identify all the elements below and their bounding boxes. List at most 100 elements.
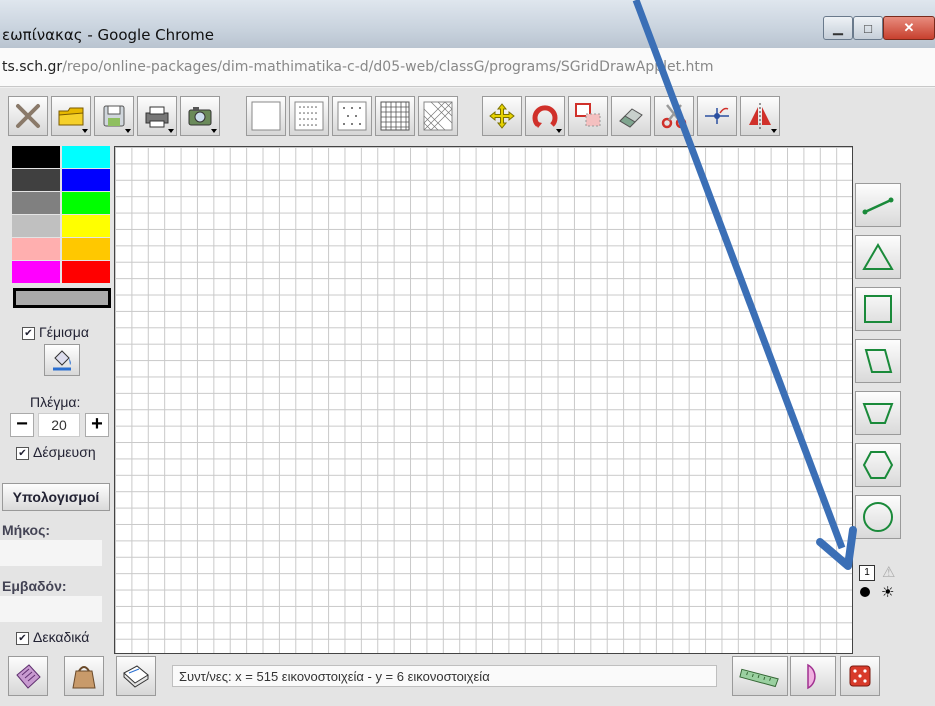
number-label-toggle[interactable]: 1 <box>859 565 875 581</box>
blank-grid-button[interactable] <box>246 96 286 136</box>
sun-icon[interactable]: ☀ <box>881 583 894 601</box>
fill-label: Γέμισμα <box>39 324 89 340</box>
grid-draw-applet: ✔ Γέμισμα Πλέγμα: − 20 + ✔ Δέσμευση Υπολογ… <box>0 88 935 706</box>
circle-icon <box>863 502 893 532</box>
grid-size-label: Πλέγμα: <box>30 394 81 410</box>
point-tool-icon <box>705 107 729 124</box>
close-button[interactable]: ✕ <box>883 16 935 40</box>
maximize-button[interactable]: □ <box>853 16 883 40</box>
address-bar[interactable]: ts.sch.gr/repo/online-packages/dim-mathi… <box>0 48 935 87</box>
square-button[interactable] <box>855 287 901 331</box>
close-icon: ✕ <box>903 20 915 35</box>
grid-increase-button[interactable]: + <box>85 413 109 437</box>
camera-button[interactable] <box>180 96 220 136</box>
decimals-checkbox-box[interactable]: ✔ <box>16 631 29 645</box>
move-button[interactable] <box>482 96 522 136</box>
dot-grid-button[interactable] <box>332 96 372 136</box>
shape-panel <box>855 183 901 547</box>
color-swatch-orange[interactable] <box>62 238 110 260</box>
delete-icon <box>16 104 40 128</box>
stroke-color-preview[interactable] <box>13 288 111 308</box>
print-button[interactable] <box>137 96 177 136</box>
open-button[interactable] <box>51 96 91 136</box>
square-grid-button[interactable] <box>375 96 415 136</box>
rotate-button[interactable] <box>525 96 565 136</box>
ruler-icon <box>739 668 779 688</box>
move-icon <box>489 103 515 129</box>
color-swatch-dark-gray[interactable] <box>12 169 60 191</box>
isometric-grid-button[interactable] <box>418 96 458 136</box>
dice-button[interactable] <box>840 656 880 696</box>
blank-grid-icon <box>251 101 281 131</box>
isometric-grid-icon <box>423 101 453 131</box>
color-swatch-black[interactable] <box>12 146 60 168</box>
dice-icon <box>849 665 871 687</box>
protractor-icon <box>807 663 816 690</box>
url-text[interactable]: ts.sch.gr/repo/online-packages/dim-mathi… <box>2 59 714 75</box>
length-output <box>0 540 102 566</box>
bag-icon <box>72 666 96 689</box>
main-toolbar <box>8 96 783 140</box>
protractor-button[interactable] <box>790 656 836 696</box>
snap-checkbox-box[interactable]: ✔ <box>16 446 29 460</box>
length-label: Μήκος: <box>2 522 51 538</box>
trapezoid-button[interactable] <box>855 391 901 435</box>
window-titlebar: εωπίνακας - Google Chrome ▁ □ ✕ <box>0 0 935 48</box>
symmetry-button[interactable] <box>740 96 780 136</box>
bag-button[interactable] <box>64 656 104 696</box>
dot-icon[interactable] <box>860 587 870 597</box>
hexagon-icon <box>862 451 894 479</box>
fill-checkbox[interactable]: ✔ Γέμισμα <box>22 324 89 340</box>
hexagon-button[interactable] <box>855 443 901 487</box>
delete-button[interactable] <box>8 96 48 136</box>
fine-dot-grid-button[interactable] <box>289 96 329 136</box>
snap-checkbox[interactable]: ✔ Δέσμευση <box>16 444 96 460</box>
circle-button[interactable] <box>855 495 901 539</box>
bottom-bar: Συντ/νες: x = 515 εικονοστοιχεία - y = 6… <box>0 656 935 706</box>
eraser-button[interactable] <box>611 96 651 136</box>
grid-decrease-button[interactable]: − <box>10 413 34 437</box>
calculator-button[interactable] <box>8 656 48 696</box>
color-swatch-magenta[interactable] <box>12 261 60 283</box>
color-swatch-light-gray[interactable] <box>12 215 60 237</box>
coordinates-status: Συντ/νες: x = 515 εικονοστοιχεία - y = 6… <box>172 665 717 687</box>
color-swatch-red[interactable] <box>62 261 110 283</box>
eraser-icon <box>619 108 643 128</box>
snap-label: Δέσμευση <box>33 444 96 460</box>
color-swatch-green[interactable] <box>62 192 110 214</box>
drawing-grid[interactable] <box>114 146 853 654</box>
calculations-button[interactable]: Υπολογισμοί <box>2 483 110 511</box>
decimals-checkbox[interactable]: ✔ Δεκαδικά <box>16 629 89 645</box>
trapezoid-icon <box>862 403 894 424</box>
warning-icon[interactable]: ⚠ <box>882 563 895 581</box>
fill-bucket-button[interactable] <box>44 344 80 376</box>
fill-bucket-icon <box>53 350 71 371</box>
rotate-icon <box>532 105 558 128</box>
color-swatch-pink[interactable] <box>12 238 60 260</box>
color-swatch-cyan[interactable] <box>62 146 110 168</box>
triangle-button[interactable] <box>855 235 901 279</box>
line-segment-button[interactable] <box>855 183 901 227</box>
save-button[interactable] <box>94 96 134 136</box>
maximize-icon: □ <box>864 20 872 36</box>
reflect-selection-icon <box>575 103 601 127</box>
color-swatch-gray[interactable] <box>12 192 60 214</box>
grid-size-value[interactable]: 20 <box>38 413 80 437</box>
parallelogram-button[interactable] <box>855 339 901 383</box>
fill-checkbox-box[interactable]: ✔ <box>22 326 35 340</box>
ruler-button[interactable] <box>732 656 788 696</box>
color-swatch-blue[interactable] <box>62 169 110 191</box>
url-path: /repo/online-packages/dim-mathimatika-c-… <box>62 59 714 75</box>
point-tool-button[interactable] <box>697 96 737 136</box>
minimize-icon: ▁ <box>833 20 843 35</box>
color-swatch-yellow[interactable] <box>62 215 110 237</box>
notebook-button[interactable] <box>116 656 156 696</box>
reflect-selection-button[interactable] <box>568 96 608 136</box>
open-folder-icon <box>58 107 84 126</box>
decimals-label: Δεκαδικά <box>33 629 90 645</box>
dot-grid-icon <box>337 101 367 131</box>
minimize-button[interactable]: ▁ <box>823 16 853 40</box>
symmetry-icon <box>749 103 771 129</box>
scissors-button[interactable] <box>654 96 694 136</box>
fine-dot-grid-icon <box>294 101 324 131</box>
